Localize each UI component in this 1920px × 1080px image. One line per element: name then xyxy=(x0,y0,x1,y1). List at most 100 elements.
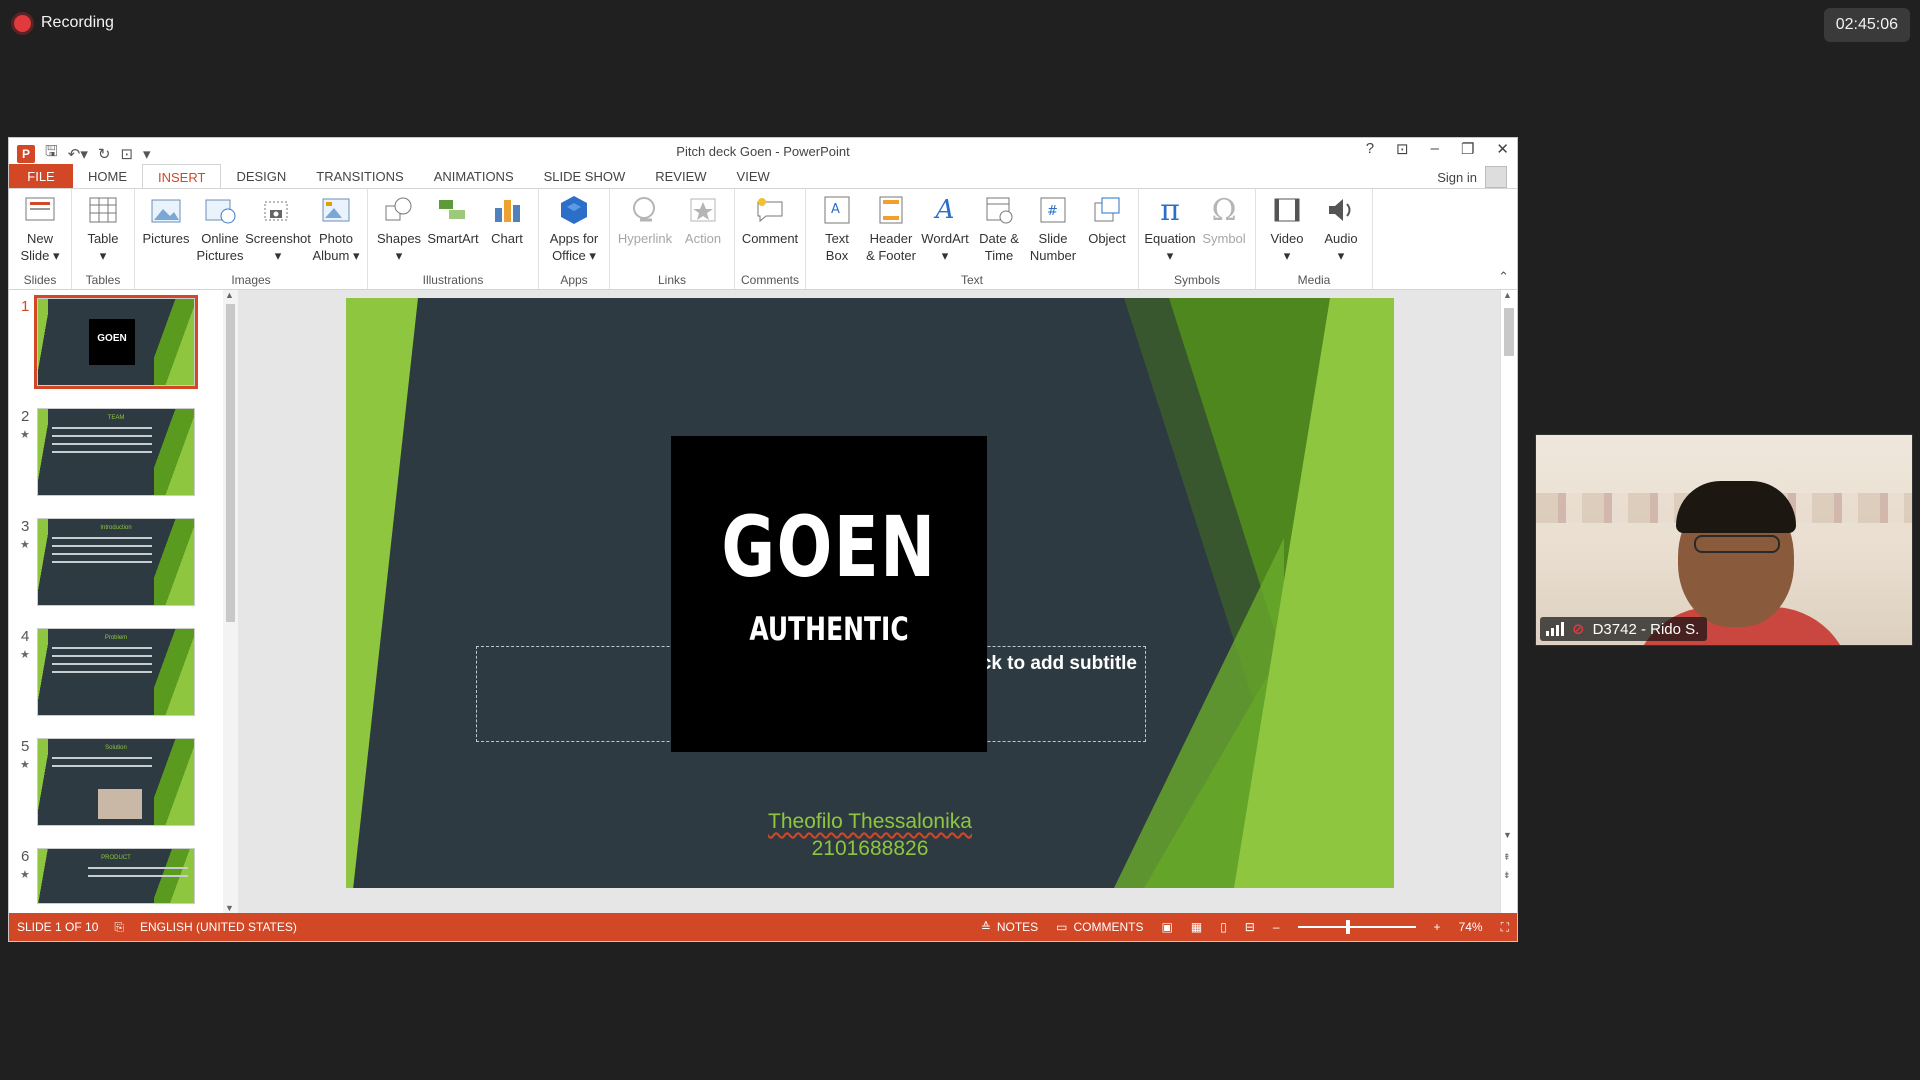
thumbnail-image[interactable]: Problem xyxy=(37,628,195,716)
sign-in-label[interactable]: Sign in xyxy=(1437,170,1477,185)
video-icon xyxy=(1270,193,1304,227)
group-label: Media xyxy=(1297,273,1331,287)
author-name: Theofilo Thessalonika xyxy=(768,810,972,833)
slide-sorter-icon[interactable]: ▦ xyxy=(1191,920,1202,934)
group-links: Hyperlink Action Links xyxy=(610,189,735,289)
tab-review[interactable]: REVIEW xyxy=(640,164,721,188)
tab-transitions[interactable]: TRANSITIONS xyxy=(301,164,418,188)
thumbnail-image[interactable]: Solution xyxy=(37,738,195,826)
current-slide[interactable]: ck to add subtitle GOEN AUTHENTIC Theofi… xyxy=(346,298,1394,888)
group-symbols: π Equation ▾ Ω Symbol Symbols xyxy=(1139,189,1256,289)
group-tables: Table ▾ Tables xyxy=(72,189,135,289)
group-comments: Comment Comments xyxy=(735,189,806,289)
tab-view[interactable]: VIEW xyxy=(722,164,785,188)
slide-editor: ck to add subtitle GOEN AUTHENTIC Theofi… xyxy=(238,290,1517,913)
thumbnail-title: TEAM xyxy=(107,415,125,421)
svg-text:#: # xyxy=(1047,204,1058,219)
thumbnail-image[interactable]: PRODUCT xyxy=(37,848,195,904)
reading-view-icon[interactable]: ▯ xyxy=(1220,920,1227,934)
tab-design[interactable]: DESIGN xyxy=(221,164,301,188)
thumbnail-slide-3[interactable]: 3 ★ Introduction xyxy=(9,518,219,618)
online-pictures-icon xyxy=(203,193,237,227)
slide-show-icon[interactable]: ⊟ xyxy=(1245,920,1255,934)
mic-muted-icon: ⊘ xyxy=(1572,621,1585,638)
svg-text:A: A xyxy=(831,202,840,217)
minimize-icon[interactable]: – xyxy=(1431,140,1439,158)
smartart-icon xyxy=(436,193,470,227)
normal-view-icon[interactable]: ▣ xyxy=(1162,920,1173,934)
participant-name: D3742 - Rido S. xyxy=(1592,620,1700,638)
slide-number-icon: # xyxy=(1036,193,1070,227)
editor-scrollbar[interactable]: ▲ ▼ ⇞ ⇟ xyxy=(1500,290,1517,913)
thumbnail-scrollbar[interactable]: ▲ ▼ xyxy=(223,290,238,913)
notes-icon: ≙ xyxy=(980,920,991,934)
restore-icon[interactable]: ❐ xyxy=(1461,140,1474,158)
thumbnail-slide-1[interactable]: 1 GOEN xyxy=(9,295,219,398)
group-label: Tables xyxy=(85,273,121,287)
group-label: Illustrations xyxy=(422,273,484,287)
scrollbar-thumb[interactable] xyxy=(1504,308,1514,356)
transition-star-icon: ★ xyxy=(20,539,30,551)
symbol-icon: Ω xyxy=(1211,192,1237,228)
previous-slide-icon[interactable]: ⇞ xyxy=(1503,852,1511,863)
scroll-up-icon[interactable]: ▲ xyxy=(1503,290,1512,300)
thumbnail-text-lines xyxy=(52,427,152,459)
zoom-level[interactable]: 74% xyxy=(1459,920,1483,934)
tab-insert[interactable]: INSERT xyxy=(142,164,222,189)
group-label: Comments xyxy=(740,273,799,287)
table-icon xyxy=(86,193,120,227)
tab-animations[interactable]: ANIMATIONS xyxy=(419,164,529,188)
thumbnail-image[interactable]: TEAM xyxy=(37,408,195,496)
thumbnail-title: PRODUCT xyxy=(101,855,131,861)
thumbnail-picture xyxy=(98,789,142,819)
avatar[interactable] xyxy=(1485,166,1507,188)
scroll-up-icon[interactable]: ▲ xyxy=(225,290,234,300)
spelling-check-icon[interactable]: ⎘ xyxy=(114,920,124,935)
fit-slide-icon[interactable]: ⛶ xyxy=(1501,920,1509,935)
participant-label: ⊘ D3742 - Rido S. xyxy=(1540,617,1708,641)
zoom-slider[interactable] xyxy=(1297,920,1416,934)
scrollbar-thumb[interactable] xyxy=(226,304,235,622)
thumbnail-text-lines xyxy=(52,757,152,773)
collapse-ribbon-icon[interactable]: ⌃ xyxy=(1498,269,1509,285)
ribbon-display-options-icon[interactable]: ⊡ xyxy=(1396,140,1409,158)
text-box-icon: A xyxy=(820,193,854,227)
thumbnail-slide-4[interactable]: 4 ★ Problem xyxy=(9,628,219,728)
author-block[interactable]: Theofilo Thessalonika 2101688826 xyxy=(346,808,1394,862)
thumbnail-image[interactable]: Introduction xyxy=(37,518,195,606)
zoom-slider-knob[interactable] xyxy=(1345,920,1350,934)
apps-for-office-icon xyxy=(557,193,591,227)
slide-indicator: SLIDE 1 OF 10 xyxy=(17,920,99,934)
notes-button[interactable]: ≙ NOTES xyxy=(981,920,1038,934)
zoom-out-icon[interactable]: – xyxy=(1273,920,1280,934)
comments-button[interactable]: ▭ COMMENTS xyxy=(1056,920,1143,934)
close-icon[interactable]: ✕ xyxy=(1496,140,1509,158)
group-images: Pictures Online Pictures Screenshot ▾ Ph… xyxy=(135,189,368,289)
tab-slide-show[interactable]: SLIDE SHOW xyxy=(529,164,641,188)
sign-in[interactable]: Sign in xyxy=(1437,166,1507,188)
participant-video-tile[interactable]: ⊘ D3742 - Rido S. xyxy=(1535,434,1913,646)
zoom-in-icon[interactable]: + xyxy=(1434,920,1441,934)
next-slide-icon[interactable]: ⇟ xyxy=(1503,870,1511,881)
tab-file[interactable]: FILE xyxy=(9,164,73,188)
scroll-down-icon[interactable]: ▼ xyxy=(1503,830,1512,840)
signal-strength-icon xyxy=(1546,622,1564,636)
transition-star-icon: ★ xyxy=(20,869,30,881)
participant-glasses xyxy=(1694,535,1780,553)
thumbnail-image[interactable]: GOEN xyxy=(34,295,198,389)
thumbnail-slide-5[interactable]: 5 ★ Solution xyxy=(9,738,219,838)
thumbnail-title: Introduction xyxy=(100,525,132,531)
goen-logo[interactable]: GOEN AUTHENTIC xyxy=(671,436,987,752)
tab-home[interactable]: HOME xyxy=(73,164,142,188)
language-indicator[interactable]: ENGLISH (UNITED STATES) xyxy=(140,920,297,934)
group-illustrations: Shapes ▾ SmartArt Chart Illustrations xyxy=(368,189,539,289)
chart-icon xyxy=(490,193,524,227)
window-title: Pitch deck Goen - PowerPoint xyxy=(676,144,850,159)
group-label: Apps xyxy=(560,273,588,287)
help-icon[interactable]: ? xyxy=(1366,140,1374,158)
scroll-down-icon[interactable]: ▼ xyxy=(225,903,234,913)
author-id: 2101688826 xyxy=(811,837,929,860)
thumbnail-slide-2[interactable]: 2 ★ TEAM xyxy=(9,408,219,508)
action-icon xyxy=(686,193,720,227)
header-footer-icon xyxy=(874,193,908,227)
